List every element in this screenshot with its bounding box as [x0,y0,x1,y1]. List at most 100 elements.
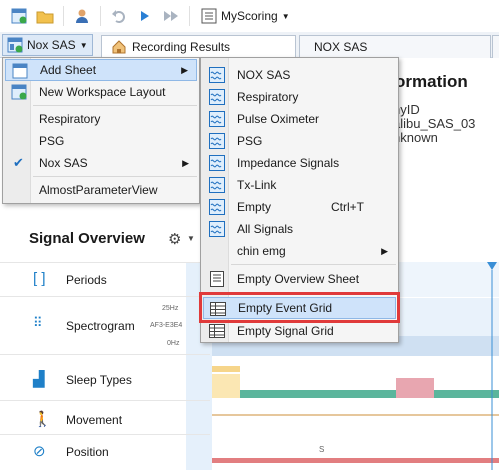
row-divider [0,434,210,435]
menu-item-label: Nox SAS [39,156,88,170]
row-divider [0,400,210,401]
submenu-item-chin-emg[interactable]: chin emg ▶ [203,240,396,262]
submenu-item-all-signals[interactable]: All Signals [203,218,396,240]
menu-item-psg[interactable]: PSG [5,130,197,152]
toolbar-divider [100,6,101,26]
menu-item-label: Empty [237,200,272,214]
open-folder-icon[interactable] [34,5,56,27]
submenu-arrow-icon: ▶ [181,64,188,75]
new-layout-icon [11,84,27,100]
row-label-periods: Periods [66,273,107,287]
chevron-down-icon: ▼ [281,11,290,21]
info-line: nknown [393,130,438,145]
tab-overflow[interactable] [492,35,499,58]
submenu-item-impedance-signals[interactable]: Impedance Signals [203,152,396,174]
signal-sheet-icon [209,111,225,127]
row-divider [0,354,210,355]
freq-label: 0Hz [167,340,180,347]
tab-nox-sas[interactable]: NOX SAS [299,35,491,58]
menu-item-nox-sas[interactable]: ✔ Nox SAS ▶ [5,152,197,174]
signal-sheet-icon [209,89,225,105]
tab-recording-results[interactable]: Recording Results [101,35,296,58]
row-label-movement: Movement [66,413,123,427]
submenu-arrow-icon: ▶ [182,157,189,168]
submenu-item-psg[interactable]: PSG [203,130,396,152]
spectrogram-icon: ⠿ [33,315,43,330]
row-divider [0,296,210,297]
menu-item-label: AlmostParameterView [39,183,158,197]
submenu-item-respiratory[interactable]: Respiratory [203,86,396,108]
tab-label: NOX SAS [314,40,368,54]
signal-overview-title: Signal Overview [29,230,145,247]
row-label-sleep-types: Sleep Types [66,373,132,387]
workspace-icon [7,37,23,53]
info-heading: ormation [395,72,468,91]
toolbar-divider [63,6,64,26]
menu-item-add-sheet[interactable]: Add Sheet ▶ [5,59,197,81]
signal-sheet-icon [209,155,225,171]
workspace-dropdown[interactable]: Nox SAS ▼ [2,34,93,56]
workspace-label: Nox SAS [27,38,76,52]
walking-person-icon: 🚶 [33,411,52,428]
home-icon [112,40,126,54]
submenu-item-pulse-oximeter[interactable]: Pulse Oximeter [203,108,396,130]
scoring-icon [201,8,217,24]
menu-item-label: NOX SAS [237,68,291,82]
signal-sheet-icon [209,221,225,237]
submenu-item-nox-sas[interactable]: NOX SAS [203,64,396,86]
grid-icon [209,324,225,338]
menu-item-label: Respiratory [237,90,299,104]
freq-label: AF3-E3E4 [150,322,183,329]
menu-item-label: Pulse Oximeter [237,112,320,126]
menu-item-label: chin emg [237,244,286,258]
menu-item-label: Empty Signal Grid [237,324,334,338]
signal-sheet-icon [209,133,225,149]
compass-icon: ⊘ [33,443,46,460]
user-icon[interactable] [71,5,93,27]
chevron-down-icon: ▼ [79,40,88,50]
signal-sheet-icon [209,177,225,193]
workspace-tabbar: Nox SAS ▼ Recording Results NOX SAS [0,32,499,58]
menu-item-label: All Signals [237,222,294,236]
submenu-item-empty-overview-sheet[interactable]: Empty Overview Sheet [203,268,396,290]
checkmark-icon: ✔ [13,155,24,170]
annotation-highlight-box [199,292,400,323]
menu-item-respiratory[interactable]: Respiratory [5,108,197,130]
menu-item-shortcut: Ctrl+T [331,200,364,214]
position-marker: S [319,445,324,454]
submenu-item-empty[interactable]: Empty Ctrl+T [203,196,396,218]
workspace-menu: Add Sheet ▶ New Workspace Layout Respira… [2,57,200,204]
signal-sheet-icon [209,199,225,215]
row-label-spectrogram: Spectrogram [66,319,135,333]
menu-item-new-workspace-layout[interactable]: New Workspace Layout [5,81,197,103]
sleep-types-icon: ▟ [33,371,45,388]
freq-label: 25Hz [162,305,179,312]
toolbar-divider [189,6,190,26]
menu-item-label: New Workspace Layout [39,85,166,99]
brackets-icon: [ ] [33,270,46,287]
menu-item-almost-parameter-view[interactable]: AlmostParameterView [5,179,197,201]
menu-divider [33,176,197,177]
chevron-down-icon[interactable]: ▼ [187,234,195,243]
menu-item-label: PSG [39,134,65,148]
submenu-item-tx-link[interactable]: Tx-Link [203,174,396,196]
new-workspace-icon[interactable] [8,5,30,27]
row-divider [0,262,210,263]
submenu-item-empty-signal-grid[interactable]: Empty Signal Grid [203,320,396,342]
fast-forward-icon[interactable] [160,5,182,27]
menu-item-label: Respiratory [39,112,101,126]
scoring-dropdown[interactable]: MyScoring ▼ [197,5,294,27]
play-icon[interactable] [134,5,156,27]
menu-item-label: Add Sheet [40,63,97,77]
info-line: alibu_SAS_03 [393,116,476,131]
gear-icon[interactable]: ⚙ [168,230,181,248]
menu-item-label: Impedance Signals [237,156,340,170]
menu-item-label: PSG [237,134,263,148]
undo-icon[interactable] [108,5,130,27]
main-toolbar: MyScoring ▼ [0,0,499,32]
scoring-label: MyScoring [221,9,278,23]
menu-divider [33,105,197,106]
menu-item-label: Tx-Link [237,178,277,192]
menu-item-label: Empty Overview Sheet [237,272,360,286]
row-label-position: Position [66,445,109,459]
